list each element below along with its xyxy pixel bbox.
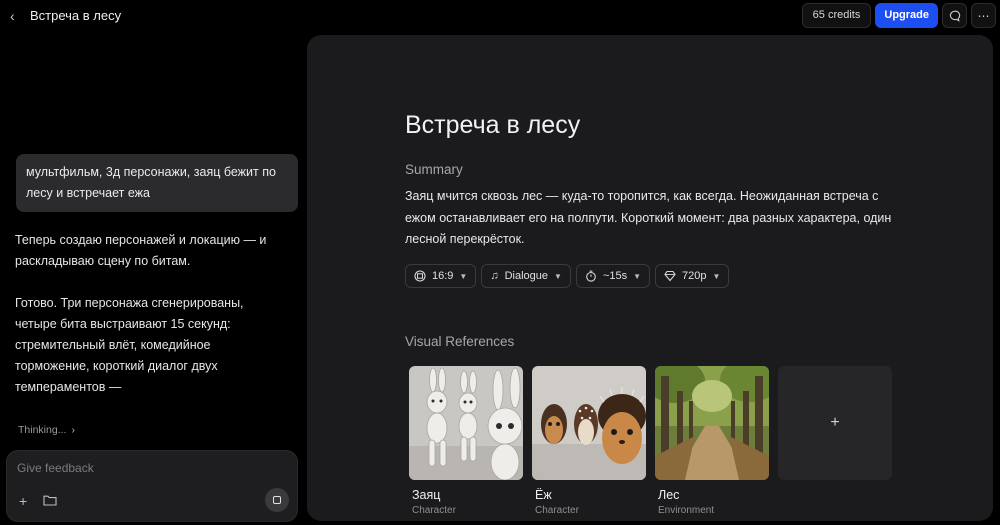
chat-panel: мультфильм, 3д персонажи, заяц бежит по … — [0, 32, 307, 525]
hedgehog-thumbnail[interactable] — [532, 366, 646, 480]
reference-type: Character — [535, 505, 579, 516]
storyboard-panel: Встреча в лесу Summary Заяц мчится сквоз… — [307, 35, 993, 521]
rabbit-image — [409, 366, 523, 480]
reference-card-hedgehog[interactable]: Ёж Character — [532, 366, 646, 516]
reference-card-rabbit[interactable]: Заяц Character — [409, 366, 523, 516]
thinking-label: Thinking... — [18, 424, 67, 436]
assistant-message: Теперь создаю персонажей и локацию — и р… — [15, 230, 285, 419]
forest-thumbnail[interactable] — [655, 366, 769, 480]
chevron-right-icon: › — [71, 424, 75, 436]
assistant-paragraph: Готово. Три персонажа сгенерированы, чет… — [15, 296, 244, 394]
reference-type: Environment — [658, 505, 715, 516]
summary-heading: Summary — [405, 162, 463, 177]
chevron-down-icon: ▼ — [554, 271, 562, 281]
reference-name: Заяц — [412, 488, 441, 502]
stop-icon — [273, 496, 281, 504]
hedgehog-image — [532, 366, 646, 480]
mode-dropdown[interactable]: ♫ Dialogue ▼ — [481, 264, 571, 288]
music-note-icon: ♫ — [490, 270, 499, 282]
composer: + — [6, 450, 298, 522]
thinking-toggle[interactable]: Thinking... › — [18, 424, 75, 436]
header-actions: 65 credits Upgrade ⋯ — [801, 3, 996, 28]
upgrade-button[interactable]: Upgrade — [875, 3, 938, 28]
plus-icon[interactable]: + — [19, 493, 27, 509]
summary-text: Заяц мчится сквозь лес — куда-то торопит… — [405, 189, 892, 246]
add-reference-button[interactable]: + — [778, 366, 892, 480]
document-title: Встреча в лесу — [405, 111, 581, 139]
assistant-paragraph: Теперь создаю персонажей и локацию — и р… — [15, 233, 267, 268]
quality-value: 720p — [682, 270, 707, 282]
page-title: Встреча в лесу — [30, 8, 122, 23]
stop-button[interactable] — [265, 488, 289, 512]
plus-icon: + — [830, 414, 840, 431]
add-reference-card[interactable]: + — [778, 366, 892, 516]
chevron-down-icon: ▼ — [633, 271, 642, 281]
chevron-down-icon: ▼ — [459, 271, 468, 281]
feedback-button[interactable] — [942, 3, 967, 28]
back-chevron-icon[interactable]: ‹ — [10, 8, 24, 24]
duration-dropdown[interactable]: ~15s ▼ — [575, 264, 651, 288]
video-options: 16:9 ▼ ♫ Dialogue ▼ ~15s ▼ 720p ▼ — [405, 264, 730, 288]
visual-references: Заяц Character Ёж Character Лес Environm… — [409, 366, 892, 516]
folder-icon[interactable] — [43, 494, 57, 506]
reference-name: Ёж — [535, 488, 552, 502]
chevron-down-icon: ▼ — [712, 271, 721, 281]
duration-value: ~15s — [602, 270, 628, 282]
aspect-ratio-value: 16:9 — [432, 270, 454, 282]
top-bar: ‹ Встреча в лесу 65 credits Upgrade ⋯ — [0, 0, 1000, 32]
reference-name: Лес — [658, 488, 680, 502]
diamond-icon — [664, 270, 676, 282]
forest-image — [655, 366, 769, 480]
ellipsis-icon: ⋯ — [977, 8, 990, 23]
stopwatch-icon — [586, 270, 596, 282]
user-message: мультфильм, 3д персонажи, заяц бежит по … — [16, 154, 298, 212]
mode-value: Dialogue — [504, 270, 549, 282]
quality-dropdown[interactable]: 720p ▼ — [655, 264, 730, 288]
aspect-ratio-dropdown[interactable]: 16:9 ▼ — [405, 264, 477, 288]
reference-type: Character — [412, 505, 456, 516]
credits-badge[interactable]: 65 credits — [801, 3, 872, 28]
feedback-input[interactable] — [17, 461, 277, 475]
visual-references-heading: Visual References — [405, 334, 515, 349]
reference-card-forest[interactable]: Лес Environment — [655, 366, 769, 516]
aspect-ratio-icon — [414, 270, 426, 282]
chat-bubble-icon — [949, 10, 960, 22]
more-button[interactable]: ⋯ — [971, 3, 996, 28]
rabbit-thumbnail[interactable] — [409, 366, 523, 480]
